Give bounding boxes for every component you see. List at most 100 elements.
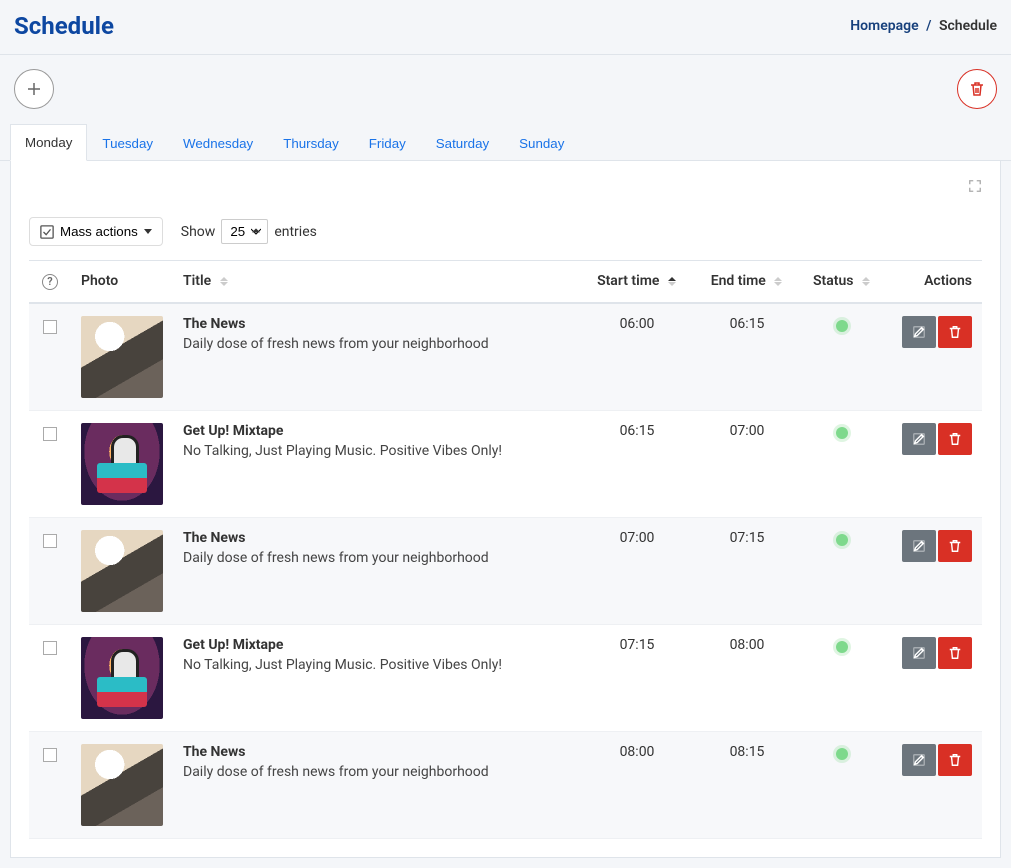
edit-icon xyxy=(912,432,926,446)
status-indicator xyxy=(836,320,848,332)
start-time: 07:00 xyxy=(582,517,692,624)
tab-wednesday[interactable]: Wednesday xyxy=(168,124,268,161)
trash-icon xyxy=(948,539,962,553)
col-photo[interactable]: Photo xyxy=(71,261,173,303)
col-end-label: End time xyxy=(711,273,766,289)
tab-monday[interactable]: Monday xyxy=(10,124,87,161)
delete-button[interactable] xyxy=(938,316,972,348)
status-indicator xyxy=(836,641,848,653)
breadcrumb: Homepage / Schedule xyxy=(850,18,997,34)
trash-icon xyxy=(969,81,985,97)
page-size-select[interactable]: 25 xyxy=(221,219,268,244)
edit-button[interactable] xyxy=(902,316,936,348)
end-time: 06:15 xyxy=(692,303,802,411)
page-title: Schedule xyxy=(14,12,114,40)
col-status-label: Status xyxy=(813,273,853,289)
start-time: 07:15 xyxy=(582,624,692,731)
show-description: Daily dose of fresh news from your neigh… xyxy=(183,550,572,566)
edit-icon xyxy=(912,753,926,767)
row-checkbox[interactable] xyxy=(43,748,57,762)
delete-button[interactable] xyxy=(938,423,972,455)
show-thumbnail xyxy=(81,637,163,719)
mass-actions-label: Mass actions xyxy=(60,224,138,239)
tab-sunday[interactable]: Sunday xyxy=(504,124,579,161)
show-description: Daily dose of fresh news from your neigh… xyxy=(183,336,572,352)
caret-down-icon xyxy=(144,229,152,234)
trash-icon xyxy=(948,753,962,767)
edit-icon xyxy=(912,539,926,553)
tab-thursday[interactable]: Thursday xyxy=(268,124,354,161)
breadcrumb-separator: / xyxy=(922,18,935,34)
tab-saturday[interactable]: Saturday xyxy=(421,124,504,161)
trash-icon xyxy=(948,325,962,339)
fullscreen-toggle[interactable] xyxy=(968,181,982,197)
end-time: 08:00 xyxy=(692,624,802,731)
trash-icon xyxy=(948,432,962,446)
tab-tuesday[interactable]: Tuesday xyxy=(87,124,168,161)
col-title[interactable]: Title xyxy=(173,261,582,303)
show-thumbnail xyxy=(81,423,163,505)
show-thumbnail xyxy=(81,744,163,826)
sort-icon xyxy=(861,276,871,287)
end-time: 07:15 xyxy=(692,517,802,624)
entries-label: entries xyxy=(274,224,317,240)
show-thumbnail xyxy=(81,530,163,612)
status-indicator xyxy=(836,748,848,760)
table-row: The News Daily dose of fresh news from yo… xyxy=(29,517,982,624)
delete-button[interactable] xyxy=(938,530,972,562)
table-row: The News Daily dose of fresh news from yo… xyxy=(29,731,982,838)
show-description: No Talking, Just Playing Music. Positive… xyxy=(183,443,572,459)
schedule-table: ? Photo Title Start time End time xyxy=(29,260,982,839)
help-icon[interactable]: ? xyxy=(42,274,58,290)
delete-button[interactable] xyxy=(938,744,972,776)
delete-button[interactable] xyxy=(938,637,972,669)
sort-icon xyxy=(773,276,783,287)
sort-asc-icon xyxy=(667,276,677,287)
row-checkbox[interactable] xyxy=(43,641,57,655)
show-title: The News xyxy=(183,316,572,332)
add-button[interactable] xyxy=(14,69,54,109)
col-end-time[interactable]: End time xyxy=(692,261,802,303)
mass-actions-dropdown[interactable]: Mass actions xyxy=(29,217,163,246)
show-label: Show xyxy=(181,224,216,240)
col-status[interactable]: Status xyxy=(802,261,882,303)
row-checkbox[interactable] xyxy=(43,427,57,441)
col-start-label: Start time xyxy=(597,273,659,289)
edit-button[interactable] xyxy=(902,530,936,562)
table-row: Get Up! Mixtape No Talking, Just Playing … xyxy=(29,624,982,731)
start-time: 06:15 xyxy=(582,410,692,517)
edit-button[interactable] xyxy=(902,637,936,669)
col-actions: Actions xyxy=(882,261,982,303)
checkbox-icon xyxy=(40,225,54,239)
delete-all-button[interactable] xyxy=(957,69,997,109)
day-tabs: MondayTuesdayWednesdayThursdayFridaySatu… xyxy=(0,123,1011,161)
col-title-label: Title xyxy=(183,273,211,289)
show-title: Get Up! Mixtape xyxy=(183,423,572,439)
edit-button[interactable] xyxy=(902,744,936,776)
start-time: 08:00 xyxy=(582,731,692,838)
edit-icon xyxy=(912,325,926,339)
edit-icon xyxy=(912,646,926,660)
breadcrumb-current: Schedule xyxy=(939,18,997,34)
table-row: The News Daily dose of fresh news from yo… xyxy=(29,303,982,411)
show-thumbnail xyxy=(81,316,163,398)
show-title: The News xyxy=(183,530,572,546)
breadcrumb-home-link[interactable]: Homepage xyxy=(850,18,918,34)
table-row: Get Up! Mixtape No Talking, Just Playing … xyxy=(29,410,982,517)
show-title: Get Up! Mixtape xyxy=(183,637,572,653)
show-description: No Talking, Just Playing Music. Positive… xyxy=(183,657,572,673)
start-time: 06:00 xyxy=(582,303,692,411)
expand-icon xyxy=(968,179,982,193)
status-indicator xyxy=(836,534,848,546)
plus-icon xyxy=(26,81,42,97)
sort-icon xyxy=(219,276,229,287)
tab-friday[interactable]: Friday xyxy=(354,124,421,161)
row-checkbox[interactable] xyxy=(43,534,57,548)
show-description: Daily dose of fresh news from your neigh… xyxy=(183,764,572,780)
end-time: 08:15 xyxy=(692,731,802,838)
show-title: The News xyxy=(183,744,572,760)
edit-button[interactable] xyxy=(902,423,936,455)
row-checkbox[interactable] xyxy=(43,320,57,334)
col-start-time[interactable]: Start time xyxy=(582,261,692,303)
trash-icon xyxy=(948,646,962,660)
